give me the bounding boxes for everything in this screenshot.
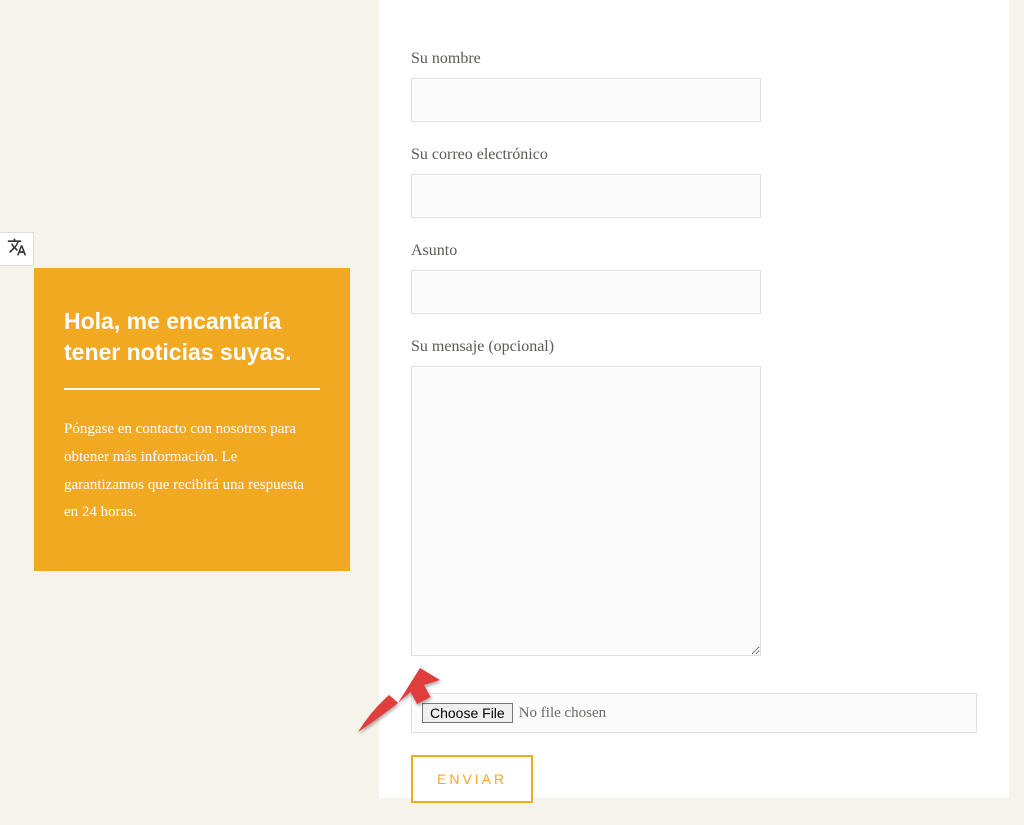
email-input[interactable] [411,174,761,218]
file-upload-row[interactable]: Choose File No file chosen [411,693,977,733]
submit-button[interactable]: ENVIAR [411,755,533,803]
name-label: Su nombre [411,50,977,68]
file-status-text: No file chosen [519,705,606,722]
message-label: Su mensaje (opcional) [411,338,977,356]
subject-label: Asunto [411,242,977,260]
name-row: Su nombre [411,50,977,122]
subject-row: Asunto [411,242,977,314]
message-row: Su mensaje (opcional) [411,338,977,661]
message-textarea[interactable] [411,366,761,656]
contact-form-panel: Su nombre Su correo electrónico Asunto S… [379,0,1009,798]
choose-file-button[interactable]: Choose File [422,703,513,723]
contact-info-card: Hola, me encantaría tener noticias suyas… [34,268,350,571]
email-label: Su correo electrónico [411,146,977,164]
sidebar-title: Hola, me encantaría tener noticias suyas… [64,306,320,368]
sidebar-description: Póngase en contacto con nosotros para ob… [64,416,320,527]
subject-input[interactable] [411,270,761,314]
translate-icon [7,237,27,262]
email-row: Su correo electrónico [411,146,977,218]
name-input[interactable] [411,78,761,122]
sidebar-divider [64,388,320,390]
translate-widget[interactable] [0,232,34,266]
